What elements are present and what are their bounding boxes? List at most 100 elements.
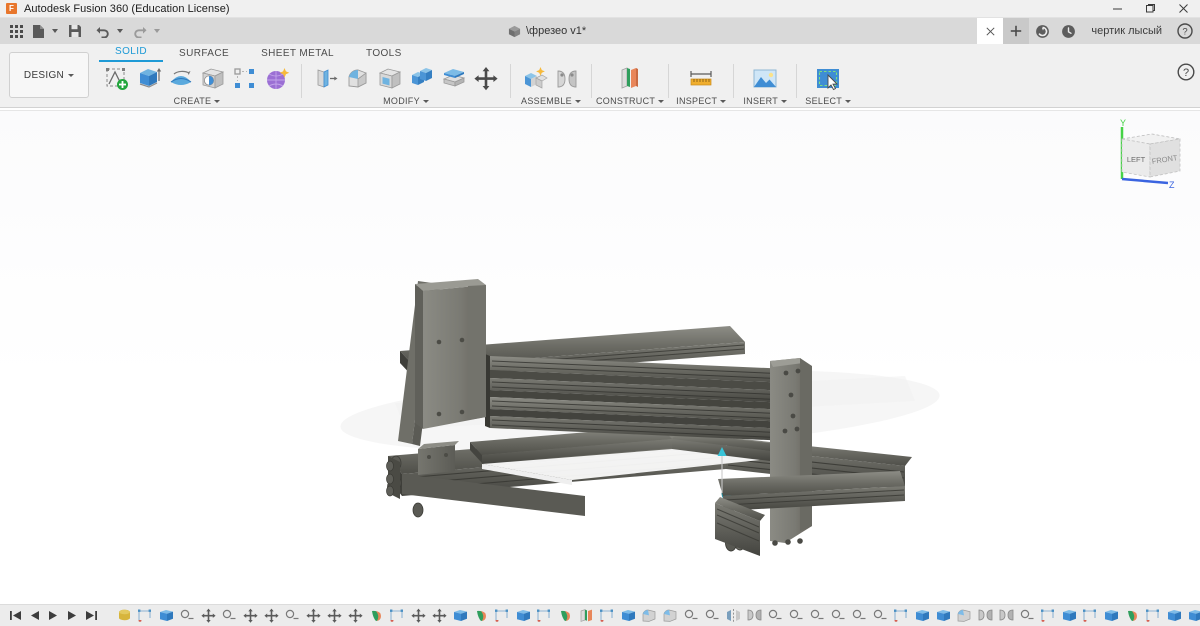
new-file-dropdown-caret-icon[interactable] [49,29,60,33]
timeline-feature-extrude[interactable] [513,606,534,626]
fillet-icon[interactable] [342,63,374,95]
timeline-feature-move[interactable] [345,606,366,626]
timeline-feature-joint-origin[interactable] [219,606,240,626]
timeline-feature-sketch[interactable] [135,606,156,626]
ribbon-help-icon[interactable]: ? [1177,63,1195,81]
ribbon-group-insert-label[interactable]: INSERT [743,96,788,106]
document-tab[interactable]: \фрезео v1* [500,18,597,44]
timeline-feature-move[interactable] [198,606,219,626]
timeline-feature-extrude[interactable] [933,606,954,626]
timeline-feature-sketch[interactable] [387,606,408,626]
undo-icon[interactable] [92,18,114,44]
timeline-feature-extrude[interactable] [912,606,933,626]
timeline-feature-sketch[interactable] [534,606,555,626]
timeline-feature-fillet[interactable] [639,606,660,626]
create-form-icon[interactable] [261,63,293,95]
timeline-feature-joint[interactable] [975,606,996,626]
timeline-feature-move[interactable] [408,606,429,626]
maximize-icon[interactable] [1134,0,1167,17]
help-icon[interactable]: ? [1172,18,1198,44]
timeline-feature-sketch[interactable] [1038,606,1059,626]
shell-icon[interactable] [374,63,406,95]
timeline-feature-joint-origin[interactable] [282,606,303,626]
undo-dropdown-caret-icon[interactable] [114,29,125,33]
select-icon[interactable] [812,63,844,95]
timeline-feature-extrude[interactable] [450,606,471,626]
timeline-feature-joint-origin[interactable] [849,606,870,626]
timeline-feature-component[interactable] [114,606,135,626]
tab-surface[interactable]: SURFACE [163,44,245,62]
timeline-feature-plane[interactable] [576,606,597,626]
timeline-feature-joint-origin[interactable] [807,606,828,626]
insert-image-icon[interactable] [749,63,781,95]
timeline-feature-joint-origin[interactable] [177,606,198,626]
timeline-feature-extrude[interactable] [1059,606,1080,626]
new-component-icon[interactable] [519,63,551,95]
tab-close-icon[interactable] [977,18,1004,44]
timeline-feature-sketch[interactable] [492,606,513,626]
timeline-feature-sketch[interactable] [1143,606,1164,626]
timeline-feature-extrude[interactable] [618,606,639,626]
tab-sheet-metal[interactable]: SHEET METAL [245,44,350,62]
job-status-icon[interactable] [1029,18,1055,44]
timeline-play-button[interactable] [44,606,62,626]
timeline-feature-joint-origin[interactable] [765,606,786,626]
timeline-go-start-button[interactable] [6,606,24,626]
timeline-feature-revolve[interactable] [1122,606,1143,626]
close-icon[interactable] [1167,0,1200,17]
app-grid-icon[interactable] [5,18,27,44]
timeline-step-forward-button[interactable] [63,606,81,626]
cnc-frame-model[interactable] [0,111,1200,604]
ribbon-group-modify-label[interactable]: MODIFY [383,96,429,106]
revolve-icon[interactable] [165,63,197,95]
timeline-feature-extrude[interactable] [1101,606,1122,626]
timeline-feature-joint-origin[interactable] [1017,606,1038,626]
timeline-feature-joint-origin[interactable] [702,606,723,626]
press-pull-icon[interactable] [310,63,342,95]
timeline-feature-extrude[interactable] [156,606,177,626]
timeline-feature-revolve[interactable] [366,606,387,626]
minimize-icon[interactable] [1101,0,1134,17]
ribbon-group-assemble-label[interactable]: ASSEMBLE [521,96,581,106]
timeline-go-end-button[interactable] [82,606,100,626]
recent-clock-icon[interactable] [1055,18,1081,44]
joint-icon[interactable] [551,63,583,95]
move-copy-icon[interactable] [470,63,502,95]
workspace-selector[interactable]: DESIGN [9,52,89,98]
measure-icon[interactable] [685,63,717,95]
combine-icon[interactable] [406,63,438,95]
timeline-feature-sketch[interactable] [597,606,618,626]
timeline-feature-joint-origin[interactable] [786,606,807,626]
timeline-feature-fillet[interactable] [954,606,975,626]
timeline-feature-fillet[interactable] [660,606,681,626]
view-cube[interactable]: Y Z LEFT FRONT [1106,117,1194,197]
timeline-feature-move[interactable] [261,606,282,626]
offset-face-icon[interactable] [438,63,470,95]
timeline-feature-sketch[interactable] [1080,606,1101,626]
timeline-feature-extrude[interactable] [1164,606,1185,626]
create-sketch-icon[interactable] [101,63,133,95]
timeline-feature-revolve[interactable] [471,606,492,626]
extrude-icon[interactable] [133,63,165,95]
timeline-feature-joint-origin[interactable] [828,606,849,626]
timeline-feature-revolve[interactable] [555,606,576,626]
timeline-feature-joint[interactable] [996,606,1017,626]
ribbon-group-inspect-label[interactable]: INSPECT [676,96,727,106]
timeline-feature-joint-origin[interactable] [870,606,891,626]
timeline-feature-move[interactable] [324,606,345,626]
timeline-feature-move[interactable] [429,606,450,626]
save-icon[interactable] [64,18,86,44]
hole-icon[interactable] [197,63,229,95]
tab-solid[interactable]: SOLID [99,44,164,62]
ribbon-group-select-label[interactable]: SELECT [805,96,852,106]
timeline-feature-extrude[interactable] [1185,606,1200,626]
timeline-feature-joint-origin[interactable] [681,606,702,626]
ribbon-group-construct-label[interactable]: CONSTRUCT [596,96,665,106]
new-tab-button[interactable] [1003,18,1030,44]
timeline-step-back-button[interactable] [25,606,43,626]
timeline-feature-sketch[interactable] [891,606,912,626]
design-canvas[interactable]: Y Z LEFT FRONT [0,110,1200,604]
timeline-feature-move[interactable] [240,606,261,626]
tab-tools[interactable]: TOOLS [350,44,418,62]
redo-icon[interactable] [129,18,151,44]
